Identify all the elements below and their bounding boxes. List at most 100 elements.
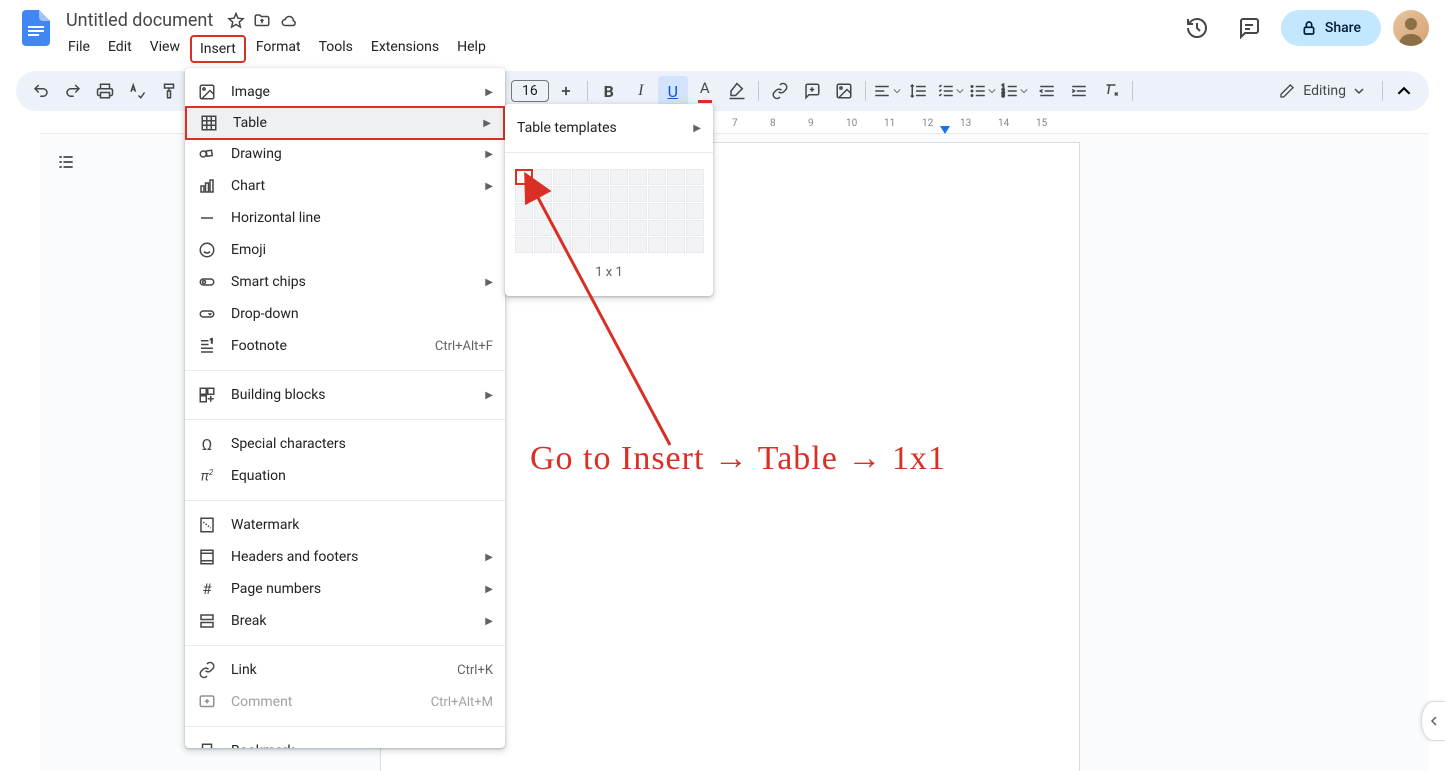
grid-cell[interactable]: [629, 186, 647, 202]
menu-item-emoji[interactable]: Emoji: [185, 234, 505, 266]
grid-cell[interactable]: [667, 237, 685, 253]
grid-cell[interactable]: [686, 203, 704, 219]
grid-cell[interactable]: [610, 186, 628, 202]
grid-cell[interactable]: [515, 237, 533, 253]
grid-cell[interactable]: [553, 203, 571, 219]
side-panel-toggle[interactable]: [1421, 701, 1445, 741]
insert-link-button[interactable]: [765, 76, 795, 106]
table-size-grid[interactable]: [505, 161, 713, 261]
grid-cell[interactable]: [572, 237, 590, 253]
menu-item-watermark[interactable]: Watermark: [185, 509, 505, 541]
menu-item-table-templates[interactable]: Table templates ▶: [505, 112, 713, 144]
star-icon[interactable]: [227, 12, 245, 30]
insert-comment-button[interactable]: [797, 76, 827, 106]
grid-cell[interactable]: [534, 220, 552, 236]
grid-cell[interactable]: [515, 203, 533, 219]
increase-font-button[interactable]: [551, 76, 581, 106]
checklist-button[interactable]: [936, 76, 966, 106]
highlight-button[interactable]: [722, 76, 752, 106]
menu-help[interactable]: Help: [449, 35, 494, 63]
grid-cell[interactable]: [629, 203, 647, 219]
grid-cell[interactable]: [610, 220, 628, 236]
move-icon[interactable]: [253, 12, 271, 30]
grid-cell[interactable]: [629, 220, 647, 236]
menu-item-page-numbers[interactable]: # Page numbers ▶: [185, 573, 505, 605]
grid-cell[interactable]: [591, 169, 609, 185]
menu-item-special-characters[interactable]: Ω Special characters: [185, 428, 505, 460]
grid-cell[interactable]: [610, 237, 628, 253]
grid-cell[interactable]: [553, 169, 571, 185]
menu-item-chart[interactable]: Chart ▶: [185, 170, 505, 202]
grid-cell[interactable]: [515, 186, 533, 202]
line-spacing-button[interactable]: [904, 76, 934, 106]
outline-button[interactable]: [50, 146, 82, 178]
menu-item-link[interactable]: Link Ctrl+K: [185, 654, 505, 686]
grid-cell[interactable]: [534, 237, 552, 253]
increase-indent-button[interactable]: [1064, 76, 1094, 106]
grid-cell[interactable]: [553, 186, 571, 202]
grid-cell[interactable]: [667, 203, 685, 219]
grid-cell[interactable]: [648, 237, 666, 253]
menu-item-footnote[interactable]: 1 Footnote Ctrl+Alt+F: [185, 330, 505, 362]
menu-extensions[interactable]: Extensions: [363, 35, 447, 63]
grid-cell[interactable]: [553, 220, 571, 236]
font-size-input[interactable]: 16: [511, 80, 549, 102]
grid-cell[interactable]: [572, 169, 590, 185]
ruler-marker-icon[interactable]: [940, 126, 950, 134]
grid-cell-1-1[interactable]: [515, 169, 533, 185]
clear-formatting-button[interactable]: [1096, 76, 1126, 106]
history-icon[interactable]: [1177, 8, 1217, 48]
insert-image-button[interactable]: [829, 76, 859, 106]
menu-item-dropdown[interactable]: Drop-down: [185, 298, 505, 330]
collapse-toolbar-button[interactable]: [1389, 76, 1419, 106]
grid-cell[interactable]: [572, 220, 590, 236]
menu-item-headers-footers[interactable]: Headers and footers ▶: [185, 541, 505, 573]
menu-insert[interactable]: Insert: [190, 35, 246, 63]
bold-button[interactable]: B: [594, 76, 624, 106]
grid-cell[interactable]: [610, 169, 628, 185]
grid-cell[interactable]: [629, 237, 647, 253]
menu-item-break[interactable]: Break ▶: [185, 605, 505, 637]
grid-cell[interactable]: [667, 220, 685, 236]
grid-cell[interactable]: [534, 203, 552, 219]
menu-tools[interactable]: Tools: [311, 35, 361, 63]
menu-item-drawing[interactable]: Drawing ▶: [185, 138, 505, 170]
grid-cell[interactable]: [591, 237, 609, 253]
grid-cell[interactable]: [648, 169, 666, 185]
grid-cell[interactable]: [648, 186, 666, 202]
menu-item-smart-chips[interactable]: Smart chips ▶: [185, 266, 505, 298]
menu-item-equation[interactable]: π2 Equation: [185, 460, 505, 492]
grid-cell[interactable]: [610, 203, 628, 219]
grid-cell[interactable]: [686, 169, 704, 185]
italic-button[interactable]: I: [626, 76, 656, 106]
grid-cell[interactable]: [572, 186, 590, 202]
menu-file[interactable]: File: [60, 35, 98, 63]
menu-item-building-blocks[interactable]: Building blocks ▶: [185, 379, 505, 411]
grid-cell[interactable]: [534, 186, 552, 202]
grid-cell[interactable]: [667, 169, 685, 185]
bulleted-list-button[interactable]: [968, 76, 998, 106]
menu-item-bookmark[interactable]: Bookmark: [185, 735, 505, 748]
numbered-list-button[interactable]: 123: [1000, 76, 1030, 106]
grid-cell[interactable]: [591, 220, 609, 236]
grid-cell[interactable]: [515, 220, 533, 236]
menu-item-image[interactable]: Image ▶: [185, 76, 505, 108]
grid-cell[interactable]: [648, 203, 666, 219]
menu-item-table[interactable]: Table ▶: [185, 106, 505, 140]
redo-button[interactable]: [58, 76, 88, 106]
comments-icon[interactable]: [1229, 8, 1269, 48]
account-avatar[interactable]: [1393, 10, 1429, 46]
grid-cell[interactable]: [648, 220, 666, 236]
grid-cell[interactable]: [629, 169, 647, 185]
decrease-indent-button[interactable]: [1032, 76, 1062, 106]
menu-view[interactable]: View: [142, 35, 188, 63]
grid-cell[interactable]: [534, 169, 552, 185]
grid-cell[interactable]: [591, 186, 609, 202]
paint-format-button[interactable]: [154, 76, 184, 106]
editing-mode-button[interactable]: Editing: [1267, 79, 1376, 103]
grid-cell[interactable]: [553, 237, 571, 253]
grid-cell[interactable]: [572, 203, 590, 219]
cloud-status-icon[interactable]: [279, 12, 299, 30]
grid-cell[interactable]: [667, 186, 685, 202]
grid-cell[interactable]: [591, 203, 609, 219]
